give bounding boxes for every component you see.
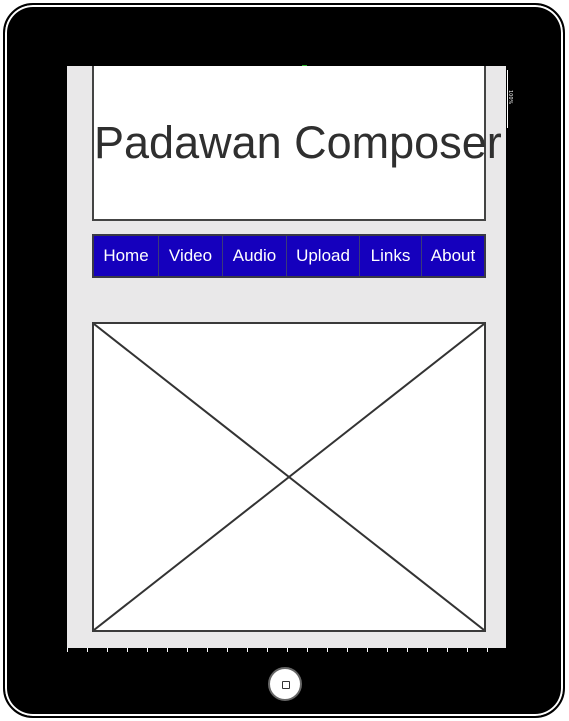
screen-bottom-ticks <box>67 648 506 652</box>
nav-item-audio[interactable]: Audio <box>223 236 287 276</box>
site-title: Padawan Composer <box>94 117 502 168</box>
nav-item-links[interactable]: Links <box>360 236 422 276</box>
nav-item-video[interactable]: Video <box>159 236 223 276</box>
home-button-icon <box>282 681 290 689</box>
nav-item-upload[interactable]: Upload <box>287 236 360 276</box>
placeholder-cross-icon <box>94 324 484 630</box>
status-strip: 100% <box>507 70 528 128</box>
nav-item-about[interactable]: About <box>422 236 484 276</box>
status-text: 100% <box>507 90 513 105</box>
site-header: Padawan Composer <box>92 66 502 221</box>
image-placeholder <box>92 322 486 632</box>
home-button[interactable] <box>268 667 302 701</box>
main-navigation: Home Video Audio Upload Links About <box>92 234 486 278</box>
tablet-screen: Padawan Composer Home Video Audio Upload… <box>67 66 506 648</box>
nav-item-home[interactable]: Home <box>94 236 159 276</box>
